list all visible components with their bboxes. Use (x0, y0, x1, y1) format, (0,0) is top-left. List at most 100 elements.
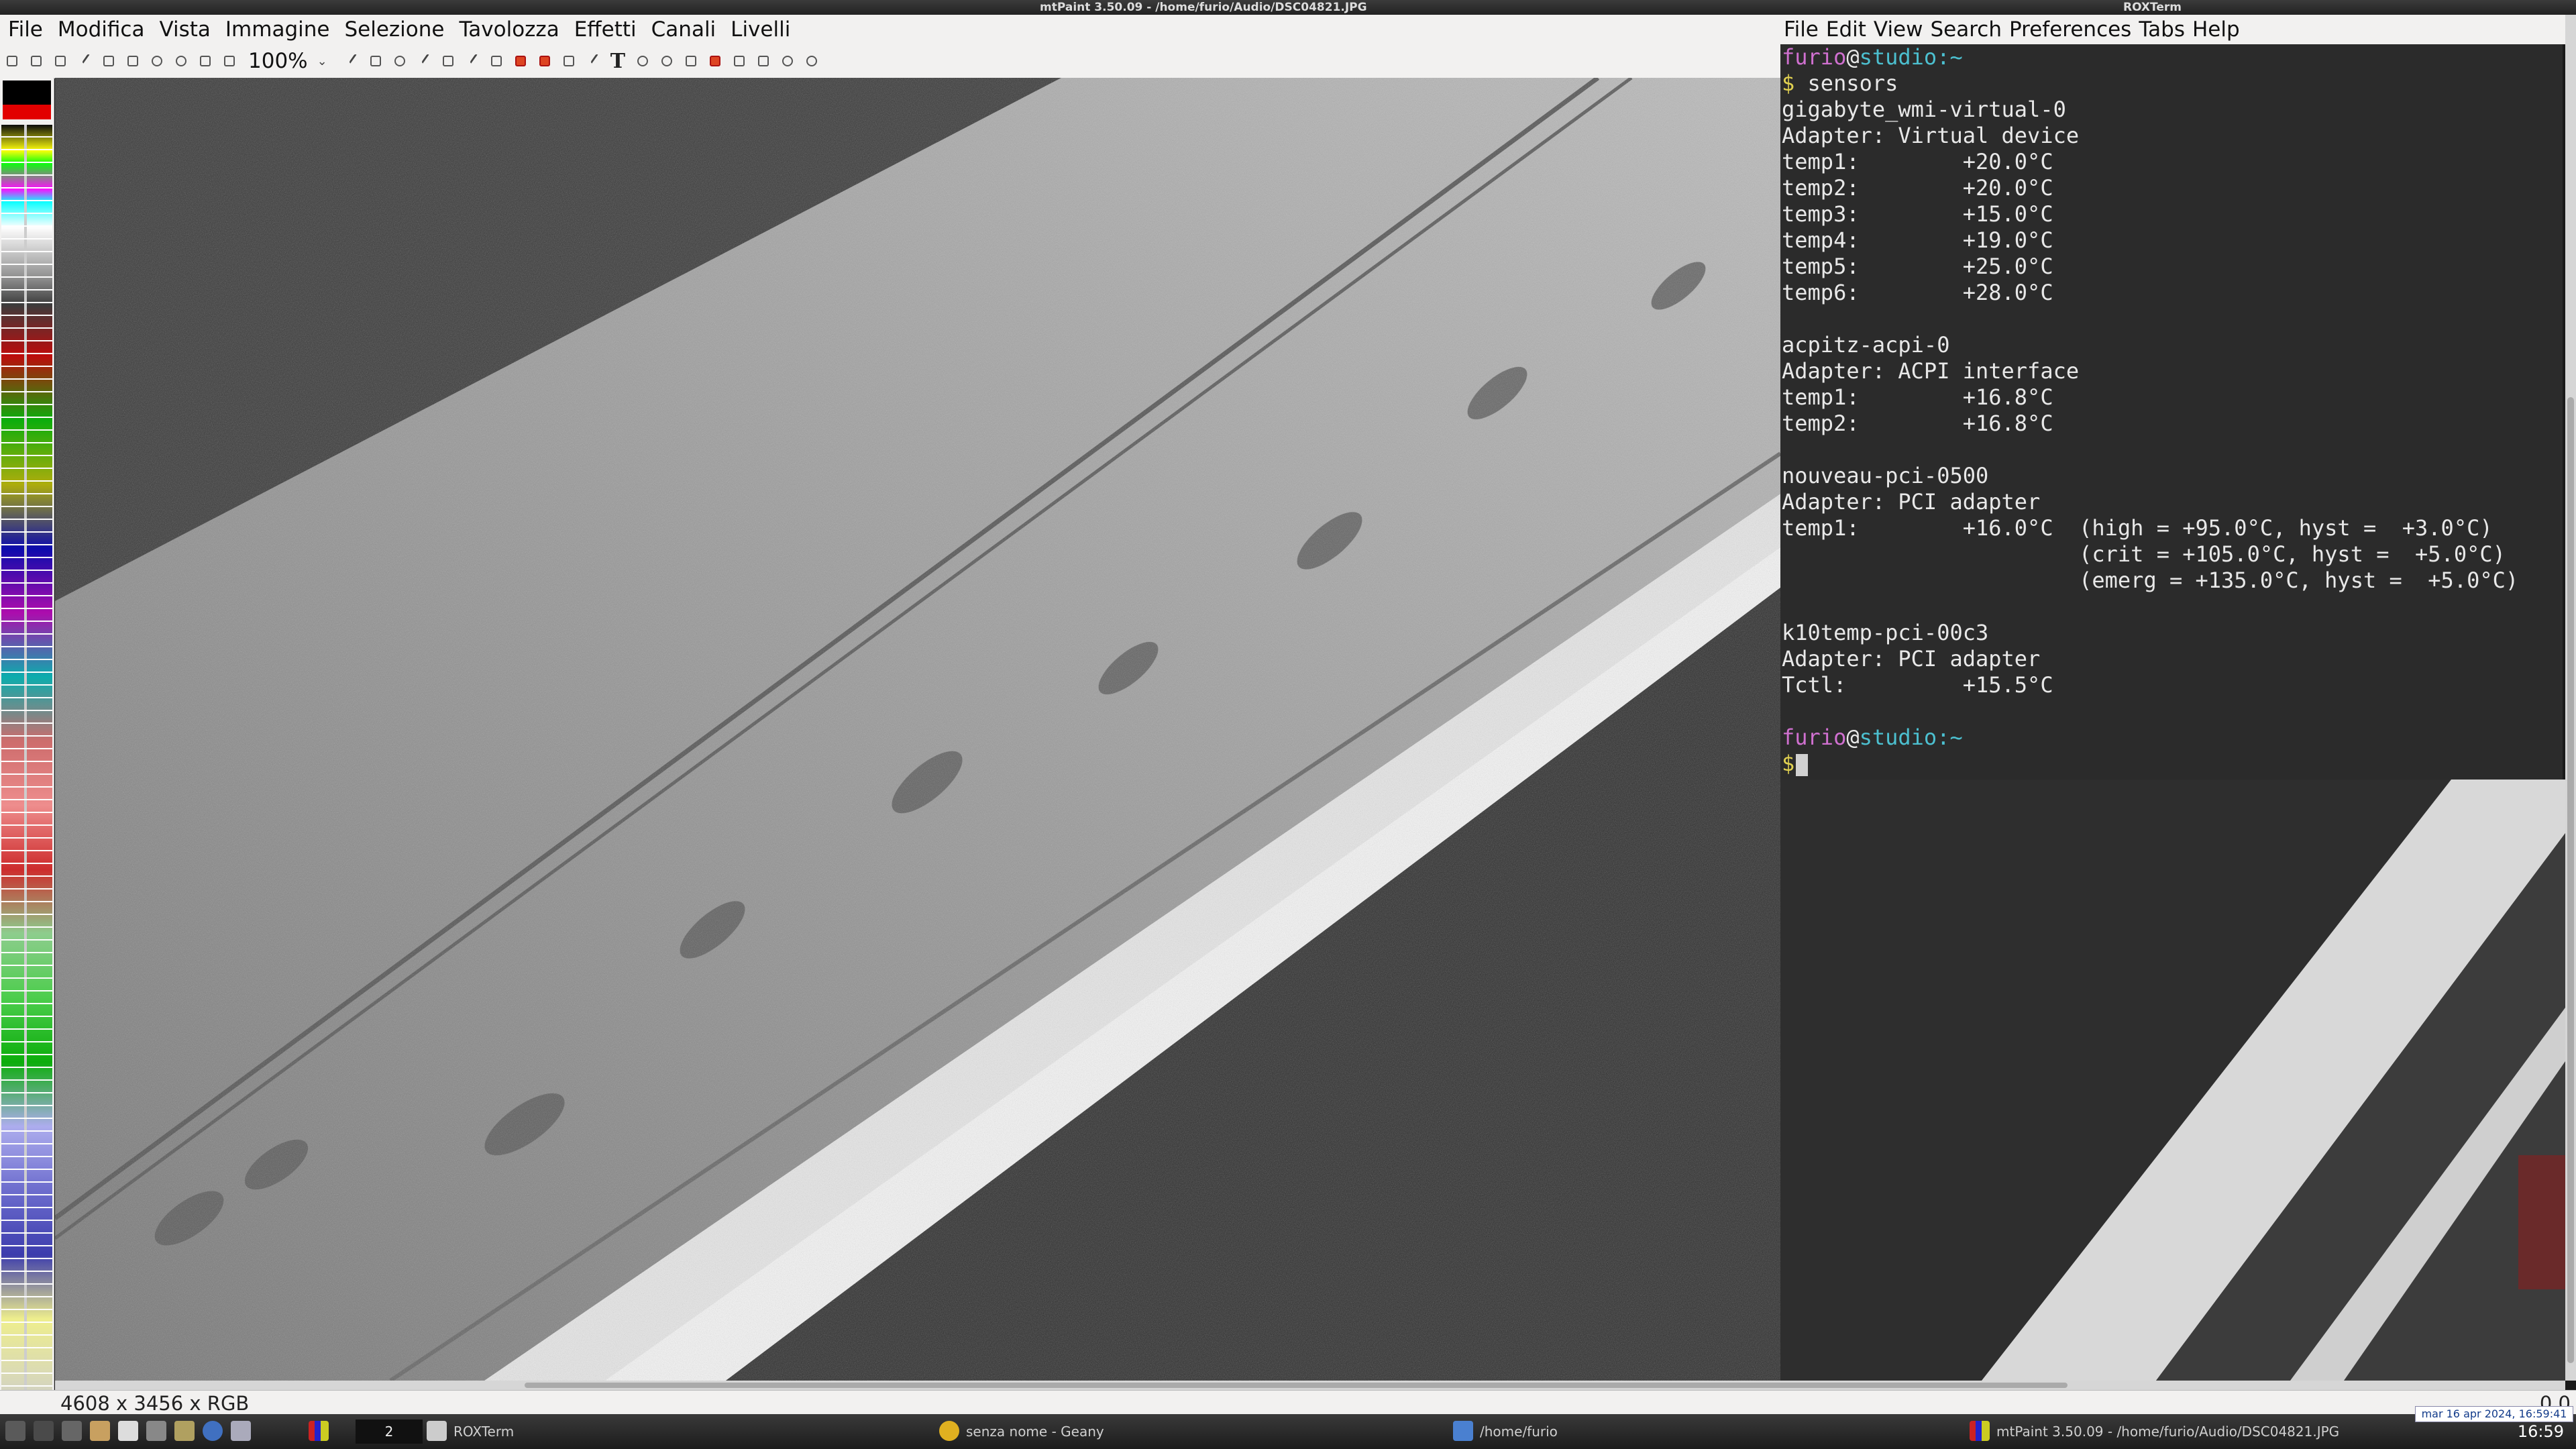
menu-livelli[interactable]: Livelli (722, 17, 797, 42)
terminal-output-line: Adapter: PCI adapter (1782, 489, 2041, 515)
terminal-output-line: k10temp-pci-00c3 (1782, 620, 1989, 645)
vertical-scrollbar[interactable] (2565, 15, 2576, 1381)
color-palette[interactable] (0, 78, 54, 1413)
roxterm-window-title: ROXTerm (2123, 1, 2182, 14)
menu-immagine[interactable]: Immagine (217, 17, 337, 42)
terminal-output[interactable]: furio@studio:~ $ sensors gigabyte_wmi-vi… (1780, 44, 2563, 780)
rox-menu-tabs[interactable]: Tabs (2135, 17, 2189, 42)
save-file-icon[interactable] (52, 53, 68, 69)
terminal-output-line: temp3: +15.0°C (1782, 201, 2053, 227)
files-icon[interactable] (118, 1421, 138, 1441)
ellipse-fill-icon[interactable] (659, 53, 675, 69)
rox-menu-help[interactable]: Help (2189, 17, 2244, 42)
terminal-output-line: (emerg = +135.0°C, hyst = +5.0°C) (1782, 568, 2519, 593)
taskbar: 2 ROXTerm senza nome - Geany /home/furio… (0, 1414, 2576, 1449)
new-file-icon[interactable] (4, 53, 20, 69)
line-tool-icon[interactable] (416, 53, 432, 69)
terminal-output-line: temp1: +20.0°C (1782, 149, 2053, 174)
terminal-output-line: (crit = +105.0°C, hyst = +5.0°C) (1782, 541, 2506, 567)
user-icon[interactable] (90, 1421, 110, 1441)
menu-effetti[interactable]: Effetti (566, 17, 643, 42)
horizontal-scrollbar[interactable] (55, 1381, 2565, 1390)
primary-color-swatch[interactable] (3, 80, 51, 105)
prompt-line: furio@studio:~ (1782, 724, 1963, 750)
undo-icon[interactable] (149, 53, 165, 69)
paste-icon[interactable] (125, 53, 141, 69)
roxterm-task-icon (427, 1421, 447, 1441)
terminal-output-line: Adapter: PCI adapter (1782, 646, 2041, 672)
browser-icon[interactable] (203, 1421, 223, 1441)
menu-tavolozza[interactable]: Tavolozza (451, 17, 566, 42)
copy-icon[interactable] (101, 53, 117, 69)
rectangle-outline-icon[interactable] (683, 53, 699, 69)
terminal-output-line: Adapter: ACPI interface (1782, 358, 2080, 384)
menu-vista[interactable]: Vista (151, 17, 217, 42)
polygon-select-icon[interactable] (537, 53, 553, 69)
rox-menu-view[interactable]: View (1870, 17, 1927, 42)
task-geany[interactable]: senza nome - Geany (966, 1419, 1104, 1444)
task-mtpaint[interactable]: mtPaint 3.50.09 - /home/furio/Audio/DSC0… (1996, 1419, 2339, 1444)
image-canvas[interactable] (55, 78, 1780, 1381)
flip-icon[interactable] (731, 53, 747, 69)
command-line: $ sensors (1782, 70, 1898, 96)
task-folder[interactable]: /home/furio (1480, 1419, 1558, 1444)
open-file-icon[interactable] (28, 53, 44, 69)
terminal-output-line: temp2: +20.0°C (1782, 175, 2053, 201)
folder-icon[interactable] (174, 1421, 195, 1441)
lasso-icon[interactable] (585, 53, 601, 69)
window-title-bar[interactable]: mtPaint 3.50.09 - /home/furio/Audio/DSC0… (0, 0, 2576, 15)
palette-color-grid[interactable] (1, 125, 52, 1409)
terminal-output-line: acpitz-acpi-0 (1782, 332, 1950, 358)
roxterm-menubar: File Edit View Search Preferences Tabs H… (1780, 15, 2565, 44)
crosshair-icon[interactable] (221, 53, 237, 69)
rox-menu-preferences[interactable]: Preferences (2006, 17, 2135, 42)
rectangle-fill-icon[interactable] (707, 53, 723, 69)
menu-modifica[interactable]: Modifica (50, 17, 152, 42)
menu-icon[interactable] (5, 1421, 25, 1441)
redo-icon[interactable] (173, 53, 189, 69)
mirror-icon[interactable] (755, 53, 771, 69)
zoom-level[interactable]: 100% (248, 49, 308, 73)
terminal-icon[interactable] (146, 1421, 166, 1441)
geany-task-icon (939, 1421, 959, 1441)
mtpaint-task-icon (1970, 1421, 1990, 1441)
chevron-down-icon[interactable]: ⌄ (317, 54, 327, 68)
mtpaint-menubar: File Modifica Vista Immagine Selezione T… (0, 15, 1780, 44)
menu-canali[interactable]: Canali (643, 17, 723, 42)
image-canvas-right[interactable] (1780, 780, 2565, 1381)
show-desktop-icon[interactable] (34, 1421, 54, 1441)
menu-selezione[interactable]: Selezione (336, 17, 451, 42)
eyedropper-icon[interactable] (464, 53, 480, 69)
text-tool-icon[interactable]: T (610, 50, 625, 73)
mtpaint-toolbar: 100% ⌄ T (0, 44, 1780, 78)
pan-icon[interactable] (197, 53, 213, 69)
input-line[interactable]: $ (1780, 751, 2563, 777)
clock[interactable]: 16:59 (2518, 1422, 2564, 1441)
windows-grid-icon[interactable] (62, 1421, 82, 1441)
clone-icon[interactable] (488, 53, 504, 69)
terminal-output-line: temp4: +19.0°C (1782, 227, 2053, 253)
menu-file[interactable]: File (0, 17, 50, 42)
brush-icon[interactable] (368, 53, 384, 69)
rotate-right-icon[interactable] (804, 53, 820, 69)
cut-icon[interactable] (76, 53, 93, 69)
terminal-output-line: temp2: +16.8°C (1782, 411, 2053, 436)
mtpaint-launcher-icon[interactable] (309, 1421, 329, 1441)
ellipse-outline-icon[interactable] (635, 53, 651, 69)
workspace-indicator[interactable]: 2 (356, 1419, 423, 1444)
flood-fill-icon[interactable] (392, 53, 408, 69)
gradient-icon[interactable] (561, 53, 577, 69)
terminal-output-line: temp6: +28.0°C (1782, 280, 2053, 305)
rectangle-select-icon[interactable] (513, 53, 529, 69)
task-roxterm[interactable]: ROXTerm (453, 1419, 514, 1444)
smudge-icon[interactable] (440, 53, 456, 69)
rox-menu-edit[interactable]: Edit (1823, 17, 1870, 42)
app-icon[interactable] (231, 1421, 251, 1441)
rotate-left-icon[interactable] (780, 53, 796, 69)
secondary-color-swatch[interactable] (3, 105, 51, 119)
pencil-icon[interactable] (343, 53, 360, 69)
rox-menu-search[interactable]: Search (1927, 17, 2006, 42)
rox-menu-file[interactable]: File (1780, 17, 1823, 42)
